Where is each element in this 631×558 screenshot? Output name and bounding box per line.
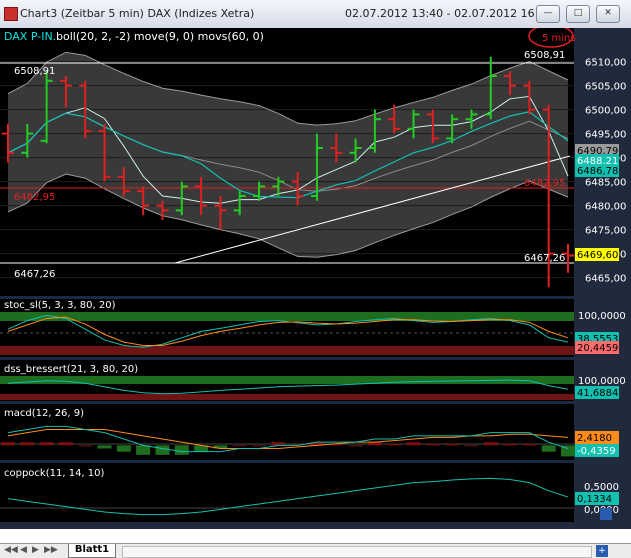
mid-label-left: 6482,95 xyxy=(14,192,55,203)
close-button[interactable]: ✕ xyxy=(596,5,620,23)
time-tick-label: 15:40 xyxy=(454,528,486,529)
macd-hist-bar xyxy=(522,443,537,446)
macd-hist-bar xyxy=(174,445,189,455)
panel-separator xyxy=(0,460,574,463)
macd-label: macd(12, 26, 9) xyxy=(4,408,84,419)
first-sheet-arrow-icon[interactable]: ◀◀ xyxy=(4,545,18,555)
price-tick-label: 6495,00 xyxy=(585,130,626,141)
macd-hist-bar xyxy=(483,442,498,446)
macd-hist-bar xyxy=(136,445,151,455)
value-tag-label: 6469,60 xyxy=(577,250,618,261)
dss-label: dss_bressert(21, 3, 80, 20) xyxy=(4,364,138,375)
macd-hist-bar xyxy=(155,445,170,455)
time-tick-label: 14:10 xyxy=(112,528,144,529)
edit-pencil-icon[interactable] xyxy=(600,508,612,520)
time-tick-label: 14:40 xyxy=(226,528,258,529)
app-icon xyxy=(4,7,18,21)
macd-hist-bar xyxy=(541,445,556,452)
macd-hist-bar xyxy=(503,443,518,446)
macd-hist-bar xyxy=(252,445,267,447)
time-tick-label: 14:00 xyxy=(74,528,106,529)
price-tick-label: 6465,00 xyxy=(585,274,626,285)
time-tick-label: 15:30 xyxy=(416,528,448,529)
low-label-left: 6467,26 xyxy=(14,269,55,280)
time-tick-label: 14:30 xyxy=(188,528,220,529)
value-tag-label: -0,4359 xyxy=(577,446,616,457)
minimize-button[interactable]: — xyxy=(536,5,560,23)
stoch-label: stoc_sl(5, 3, 3, 80, 20) xyxy=(4,300,116,311)
symbol-label: DAX P-IN. xyxy=(4,30,56,43)
value-tag-label: 20,4459 xyxy=(577,343,618,354)
sheet-tab-bar: ◀◀ ◀ ▶ ▶▶ Blatt1 + xyxy=(0,543,631,558)
low-label-right: 6467,26 xyxy=(524,253,565,264)
macd-hist-bar xyxy=(445,443,460,446)
macd-hist-bar xyxy=(39,442,54,446)
value-tag-label: 2,4180 xyxy=(577,433,612,444)
dss-oversold-zone xyxy=(0,394,574,400)
time-tick-label: 15:00 xyxy=(302,528,334,529)
chart-area[interactable]: DAX P-IN. boll(20, 2, -2) move(9, 0) mov… xyxy=(0,28,631,529)
price-tick-label: 6485,00 xyxy=(585,178,626,189)
last-sheet-arrow-icon[interactable]: ▶▶ xyxy=(44,545,58,555)
macd-hist-bar xyxy=(20,442,35,446)
macd-hist-bar xyxy=(1,442,15,446)
value-tag-label: 41,6884 xyxy=(577,388,618,399)
next-sheet-arrow-icon[interactable]: ▶ xyxy=(32,545,39,555)
coppock-value-tags: 0,1334 xyxy=(575,492,619,505)
panel-separator xyxy=(0,296,574,299)
price-tick-label: 6505,00 xyxy=(585,82,626,93)
time-tick-label: 15:50 xyxy=(492,528,524,529)
macd-hist-bar xyxy=(58,442,73,446)
price-tick-label: 6480,00 xyxy=(585,202,626,213)
value-tag-label: 6486,78 xyxy=(577,166,618,177)
high-label-right: 6508,91 xyxy=(524,50,565,61)
window-title: Chart3 (Zeitbar 5 min) DAX (Indizes Xetr… xyxy=(20,7,255,20)
prev-sheet-arrow-icon[interactable]: ◀ xyxy=(20,545,27,555)
coppock-label: coppock(11, 14, 10) xyxy=(4,468,105,479)
stoch-value-tags: 38,555320,4459 xyxy=(575,332,619,354)
macd-hist-bar xyxy=(387,443,402,446)
value-tag-label: 0,1334 xyxy=(577,494,612,505)
panel-separator xyxy=(0,357,574,360)
time-tick-label: 15:10 xyxy=(340,528,372,529)
high-label-left: 6508,91 xyxy=(14,66,55,77)
macd-hist-bar xyxy=(116,445,131,452)
chart-canvas[interactable]: DAX P-IN. boll(20, 2, -2) move(9, 0) mov… xyxy=(0,28,631,529)
stoch-axis-label: 100,0000 xyxy=(578,311,626,322)
maximize-button[interactable]: □ xyxy=(566,5,590,23)
day-label: Mo xyxy=(2,528,21,529)
horizontal-scrollbar[interactable] xyxy=(122,546,592,558)
sheet-add-icon[interactable]: + xyxy=(596,545,608,557)
macd-value-tags: 2,4180 -0,4359 xyxy=(575,431,619,457)
time-tick-label: 14:20 xyxy=(150,528,182,529)
panel-separator xyxy=(0,401,574,404)
price-tick-label: 6510,00 xyxy=(585,58,626,69)
mid-label-right: 6482,95 xyxy=(524,178,565,189)
time-tick-label: 13:50 xyxy=(36,528,68,529)
dss-value-tags: 41,6884 xyxy=(575,386,619,399)
macd-hist-bar xyxy=(232,445,247,447)
sheet-tab-blatt1[interactable]: Blatt1 xyxy=(68,544,116,558)
interval-badge[interactable]: 5 mins xyxy=(542,33,576,44)
dss-axis-label: 100,0000 xyxy=(578,376,626,387)
coppock-axis-label-top: 0,5000 xyxy=(584,482,619,493)
macd-hist-bar xyxy=(425,443,440,446)
macd-hist-bar xyxy=(348,445,363,447)
macd-hist-bar xyxy=(464,445,479,447)
macd-hist-bar xyxy=(406,442,421,446)
price-tick-label: 6500,00 xyxy=(585,106,626,117)
macd-hist-bar xyxy=(97,445,112,449)
time-tick-label: 14:50 xyxy=(264,528,296,529)
time-tick-label: 15:20 xyxy=(378,528,410,529)
oversold-zone xyxy=(0,346,574,355)
indicator-list: boll(20, 2, -2) move(9, 0) movs(60, 0) xyxy=(56,30,264,43)
price-tick-label: 6475,00 xyxy=(585,226,626,237)
window-titlebar: Chart3 (Zeitbar 5 min) DAX (Indizes Xetr… xyxy=(0,0,631,29)
time-tick-label: 16:00 xyxy=(530,528,562,529)
macd-hist-bar xyxy=(78,445,93,447)
date-range: 02.07.2012 13:40 - 02.07.2012 16:05 xyxy=(345,7,553,20)
